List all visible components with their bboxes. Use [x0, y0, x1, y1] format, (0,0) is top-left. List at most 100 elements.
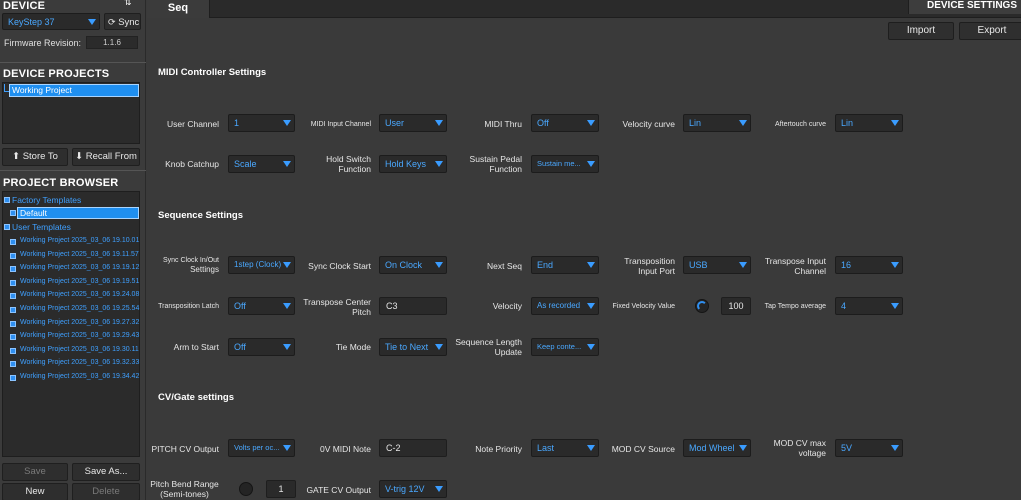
sync-label: Sync [118, 17, 140, 28]
sync-icon: ⟳ [108, 17, 116, 27]
user-template-item[interactable]: Working Project 2025_03_06 19.32.33 [20, 359, 139, 366]
sync-clock-select[interactable]: 1step (Clock) [228, 256, 295, 274]
transposition-input-select[interactable]: USB [683, 256, 751, 274]
device-select-value: KeyStep 37 [8, 17, 55, 27]
export-button[interactable]: Export [959, 22, 1021, 40]
seq-length-update-select[interactable]: Keep conte... [531, 338, 599, 356]
transposition-latch-select[interactable]: Off [228, 297, 295, 315]
factory-templates-folder[interactable]: Factory Templates [12, 195, 81, 205]
chevron-down-icon [739, 445, 747, 451]
pitch-cv-output-select[interactable]: Volts per oc... [228, 439, 295, 457]
user-template-item[interactable]: Working Project 2025_03_06 19.19.51 [20, 278, 139, 285]
sync-button[interactable]: ⟳ Sync [104, 13, 141, 30]
user-channel-select[interactable]: 1 [228, 114, 295, 132]
pitch-bend-range-field[interactable]: 1 [266, 480, 296, 498]
midi-input-channel-select[interactable]: User [379, 114, 447, 132]
firmware-label: Firmware Revision: [4, 38, 82, 48]
pitch-cv-output-label: PITCH CV Output [151, 444, 219, 454]
user-template-item[interactable]: Working Project 2025_03_06 19.11.57 [20, 251, 139, 258]
device-settings-title: DEVICE SETTINGS [908, 0, 1021, 14]
user-channel-value: 1 [234, 118, 240, 128]
fixed-velocity-field[interactable]: 100 [721, 297, 751, 315]
hold-switch-label: Hold Switch Function [300, 154, 371, 174]
velocity-label: Velocity [492, 301, 522, 311]
delete-button[interactable]: Delete [72, 483, 140, 500]
user-template-item[interactable]: Working Project 2025_03_06 19.24.08 [20, 291, 139, 298]
file-icon [10, 361, 16, 368]
device-project-item[interactable]: Working Project [9, 84, 139, 97]
ov-midi-note-label: 0V MIDI Note [319, 444, 371, 454]
velocity-curve-select[interactable]: Lin [683, 114, 751, 132]
import-button[interactable]: Import [888, 22, 954, 40]
transpose-input-channel-select[interactable]: 16 [835, 256, 903, 274]
default-template-item[interactable]: Default [17, 207, 139, 219]
chevron-down-icon [587, 120, 595, 126]
chevron-down-icon [587, 303, 595, 309]
chevron-down-icon [283, 445, 291, 451]
file-icon [10, 239, 16, 245]
hold-switch-select[interactable]: Hold Keys [379, 155, 447, 173]
velocity-curve-label: Velocity curve [622, 119, 675, 129]
user-template-item[interactable]: Working Project 2025_03_06 19.27.32 [20, 319, 139, 326]
sync-clock-label-line1: Sync Clock In/Out [162, 257, 219, 264]
device-select[interactable]: KeyStep 37 [2, 13, 100, 30]
sync-clock-value: 1step (Clock) [234, 260, 282, 269]
user-template-item[interactable]: Working Project 2025_03_06 19.29.43 [20, 332, 139, 339]
hold-switch-value: Hold Keys [385, 159, 427, 169]
transposition-input-label-line1: Transposition [624, 256, 675, 266]
sustain-pedal-select[interactable]: Sustain me... [531, 155, 599, 173]
file-icon [10, 293, 16, 300]
gate-cv-output-label: GATE CV Output [306, 485, 371, 495]
aftertouch-curve-select[interactable]: Lin [835, 114, 903, 132]
tap-tempo-select[interactable]: 4 [835, 297, 903, 315]
velocity-select[interactable]: As recorded [531, 297, 599, 315]
knob-catchup-label: Knob Catchup [165, 159, 219, 169]
recall-from-button[interactable]: ⬇ Recall From [72, 148, 140, 166]
chevron-down-icon [891, 445, 899, 451]
midi-thru-select[interactable]: Off [531, 114, 599, 132]
transpose-input-channel-label: Transpose Input Channel [756, 256, 826, 276]
user-template-item[interactable]: Working Project 2025_03_06 19.10.01 [20, 237, 139, 244]
save-button[interactable]: Save [2, 463, 68, 481]
tie-mode-value: Tie to Next [385, 342, 429, 352]
user-template-item[interactable]: Working Project 2025_03_06 19.19.12 [20, 264, 139, 271]
collapse-arrows-icon[interactable]: ⇅ [124, 0, 138, 7]
sustain-pedal-label: Sustain Pedal Function [452, 154, 522, 174]
pitch-bend-knob[interactable] [239, 482, 253, 496]
chevron-down-icon [739, 262, 747, 268]
note-priority-select[interactable]: Last [531, 439, 599, 457]
chevron-down-icon [587, 445, 595, 451]
user-template-item[interactable]: Working Project 2025_03_06 19.34.42 [20, 373, 139, 380]
sustain-pedal-label-line2: Function [489, 164, 522, 174]
next-seq-select[interactable]: End [531, 256, 599, 274]
seq-length-update-value: Keep conte... [537, 342, 582, 351]
chevron-down-icon [435, 486, 443, 492]
firmware-value: 1.1.6 [86, 36, 138, 49]
file-icon [10, 266, 16, 273]
user-templates-folder[interactable]: User Templates [12, 222, 71, 232]
arm-to-start-select[interactable]: Off [228, 338, 295, 356]
user-template-item[interactable]: Working Project 2025_03_06 19.30.11 [20, 346, 139, 353]
mod-cv-source-select[interactable]: Mod Wheel [683, 439, 751, 457]
chevron-down-icon [435, 262, 443, 268]
tie-mode-select[interactable]: Tie to Next [379, 338, 447, 356]
seq-length-update-label-line1: Sequence Length [455, 337, 522, 347]
mod-cv-source-value: Mod Wheel [689, 443, 735, 453]
store-to-button[interactable]: ⬆ Store To [2, 148, 68, 166]
knob-catchup-select[interactable]: Scale [228, 155, 295, 173]
user-template-item[interactable]: Working Project 2025_03_06 19.25.54 [20, 305, 139, 312]
tab-seq[interactable]: Seq [147, 0, 210, 19]
gate-cv-output-select[interactable]: V-trig 12V [379, 480, 447, 498]
ov-midi-note-field[interactable]: C-2 [379, 439, 447, 457]
seq-length-update-label-line2: Update [494, 347, 522, 357]
save-as-button[interactable]: Save As... [72, 463, 140, 481]
transpose-center-field[interactable]: C3 [379, 297, 447, 315]
mod-cv-max-select[interactable]: 5V [835, 439, 903, 457]
chevron-down-icon [283, 120, 291, 126]
sync-clock-start-select[interactable]: On Clock [379, 256, 447, 274]
fixed-velocity-knob[interactable] [695, 299, 709, 313]
sync-clock-start-label: Sync Clock Start [308, 261, 371, 271]
new-button[interactable]: New [2, 483, 68, 500]
velocity-curve-value: Lin [689, 118, 702, 128]
fixed-velocity-label: Fixed Velocity Value [612, 303, 675, 310]
